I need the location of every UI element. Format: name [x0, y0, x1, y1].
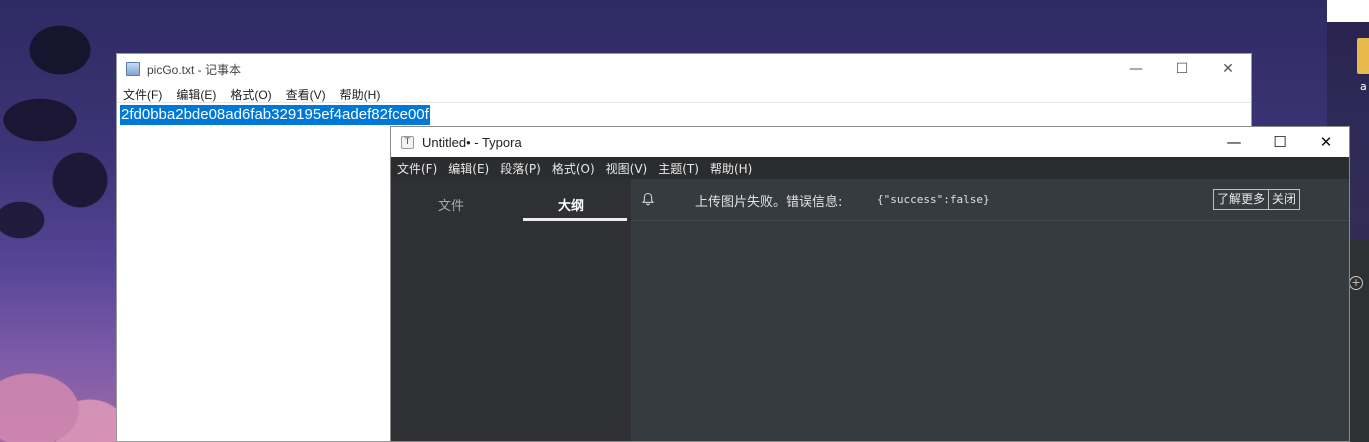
selected-text[interactable]: 2fd0bba2bde08ad6fab329195ef4adef82fce00f — [120, 105, 430, 125]
desktop-folder-label: a — [1360, 80, 1367, 93]
sidebar-tabs: 文件 大纲 — [391, 179, 631, 223]
menu-file[interactable]: 文件(F) — [397, 160, 437, 177]
bell-icon — [641, 191, 655, 206]
error-message: 上传图片失败。错误信息: — [695, 195, 843, 210]
learn-more-button[interactable]: 了解更多 — [1213, 189, 1270, 210]
menu-format[interactable]: 格式(O) — [552, 160, 595, 177]
add-circle-icon[interactable]: + — [1349, 276, 1363, 290]
menu-format[interactable]: 格式(O) — [230, 86, 271, 103]
background-window-edge — [1327, 0, 1369, 22]
tab-outline[interactable]: 大纲 — [511, 179, 631, 223]
notepad-menubar: 文件(F) 编辑(E) 格式(O) 查看(V) 帮助(H) — [117, 84, 1251, 104]
menu-theme[interactable]: 主题(T) — [658, 160, 699, 177]
maximize-button[interactable]: ☐ — [1159, 54, 1205, 84]
notepad-app-icon — [126, 62, 140, 76]
menu-edit[interactable]: 编辑(E) — [176, 86, 216, 103]
notice-buttons: 了解更多 关闭 — [1213, 189, 1301, 210]
desktop-cloud — [0, 340, 130, 442]
tab-files-label: 文件 — [437, 199, 464, 214]
typora-titlebar[interactable]: T Untitled• - Typora — ☐ ✕ — [391, 127, 1349, 157]
desktop-tree-silhouette — [0, 0, 130, 260]
desktop-folder-icon[interactable] — [1357, 38, 1369, 74]
close-button[interactable]: ✕ — [1205, 54, 1251, 84]
typora-sidebar: 文件 大纲 — [391, 179, 631, 441]
notepad-titlebar[interactable]: picGo.txt - 记事本 — ☐ ✕ — [117, 54, 1251, 84]
typora-menubar: 文件(F) 编辑(E) 段落(P) 格式(O) 视图(V) 主题(T) 帮助(H… — [391, 157, 1349, 179]
error-detail-code: {"success":false} — [877, 193, 990, 206]
minimize-button[interactable]: — — [1113, 54, 1159, 84]
upload-error-notice: 上传图片失败。错误信息: {"success":false} 了解更多 关闭 — [631, 179, 1349, 221]
menu-help[interactable]: 帮助(H) — [710, 160, 752, 177]
maximize-button[interactable]: ☐ — [1257, 127, 1303, 157]
notepad-window-controls: — ☐ ✕ — [1113, 54, 1251, 84]
close-button[interactable]: ✕ — [1303, 127, 1349, 157]
menu-file[interactable]: 文件(F) — [123, 86, 162, 103]
tab-files[interactable]: 文件 — [391, 179, 511, 223]
minimize-button[interactable]: — — [1211, 127, 1257, 157]
menu-edit[interactable]: 编辑(E) — [448, 160, 489, 177]
typora-body: 文件 大纲 上传图片失败。错误信息: {"success":false} 了解更… — [391, 179, 1349, 441]
menu-paragraph[interactable]: 段落(P) — [500, 160, 541, 177]
tab-outline-label: 大纲 — [557, 199, 584, 214]
active-tab-indicator — [523, 218, 627, 221]
notepad-window-title: picGo.txt - 记事本 — [147, 62, 242, 77]
typora-window: T Untitled• - Typora — ☐ ✕ 文件(F) 编辑(E) 段… — [390, 126, 1350, 442]
menu-view[interactable]: 视图(V) — [606, 160, 648, 177]
typora-app-icon: T — [401, 135, 414, 149]
close-notice-button[interactable]: 关闭 — [1269, 189, 1301, 210]
menu-help[interactable]: 帮助(H) — [340, 86, 381, 103]
typora-window-controls: — ☐ ✕ — [1211, 127, 1349, 157]
typora-window-title: Untitled• - Typora — [422, 134, 522, 150]
menu-view[interactable]: 查看(V) — [286, 86, 326, 103]
typora-editor[interactable]: 上传图片失败。错误信息: {"success":false} 了解更多 关闭 — [631, 179, 1349, 441]
